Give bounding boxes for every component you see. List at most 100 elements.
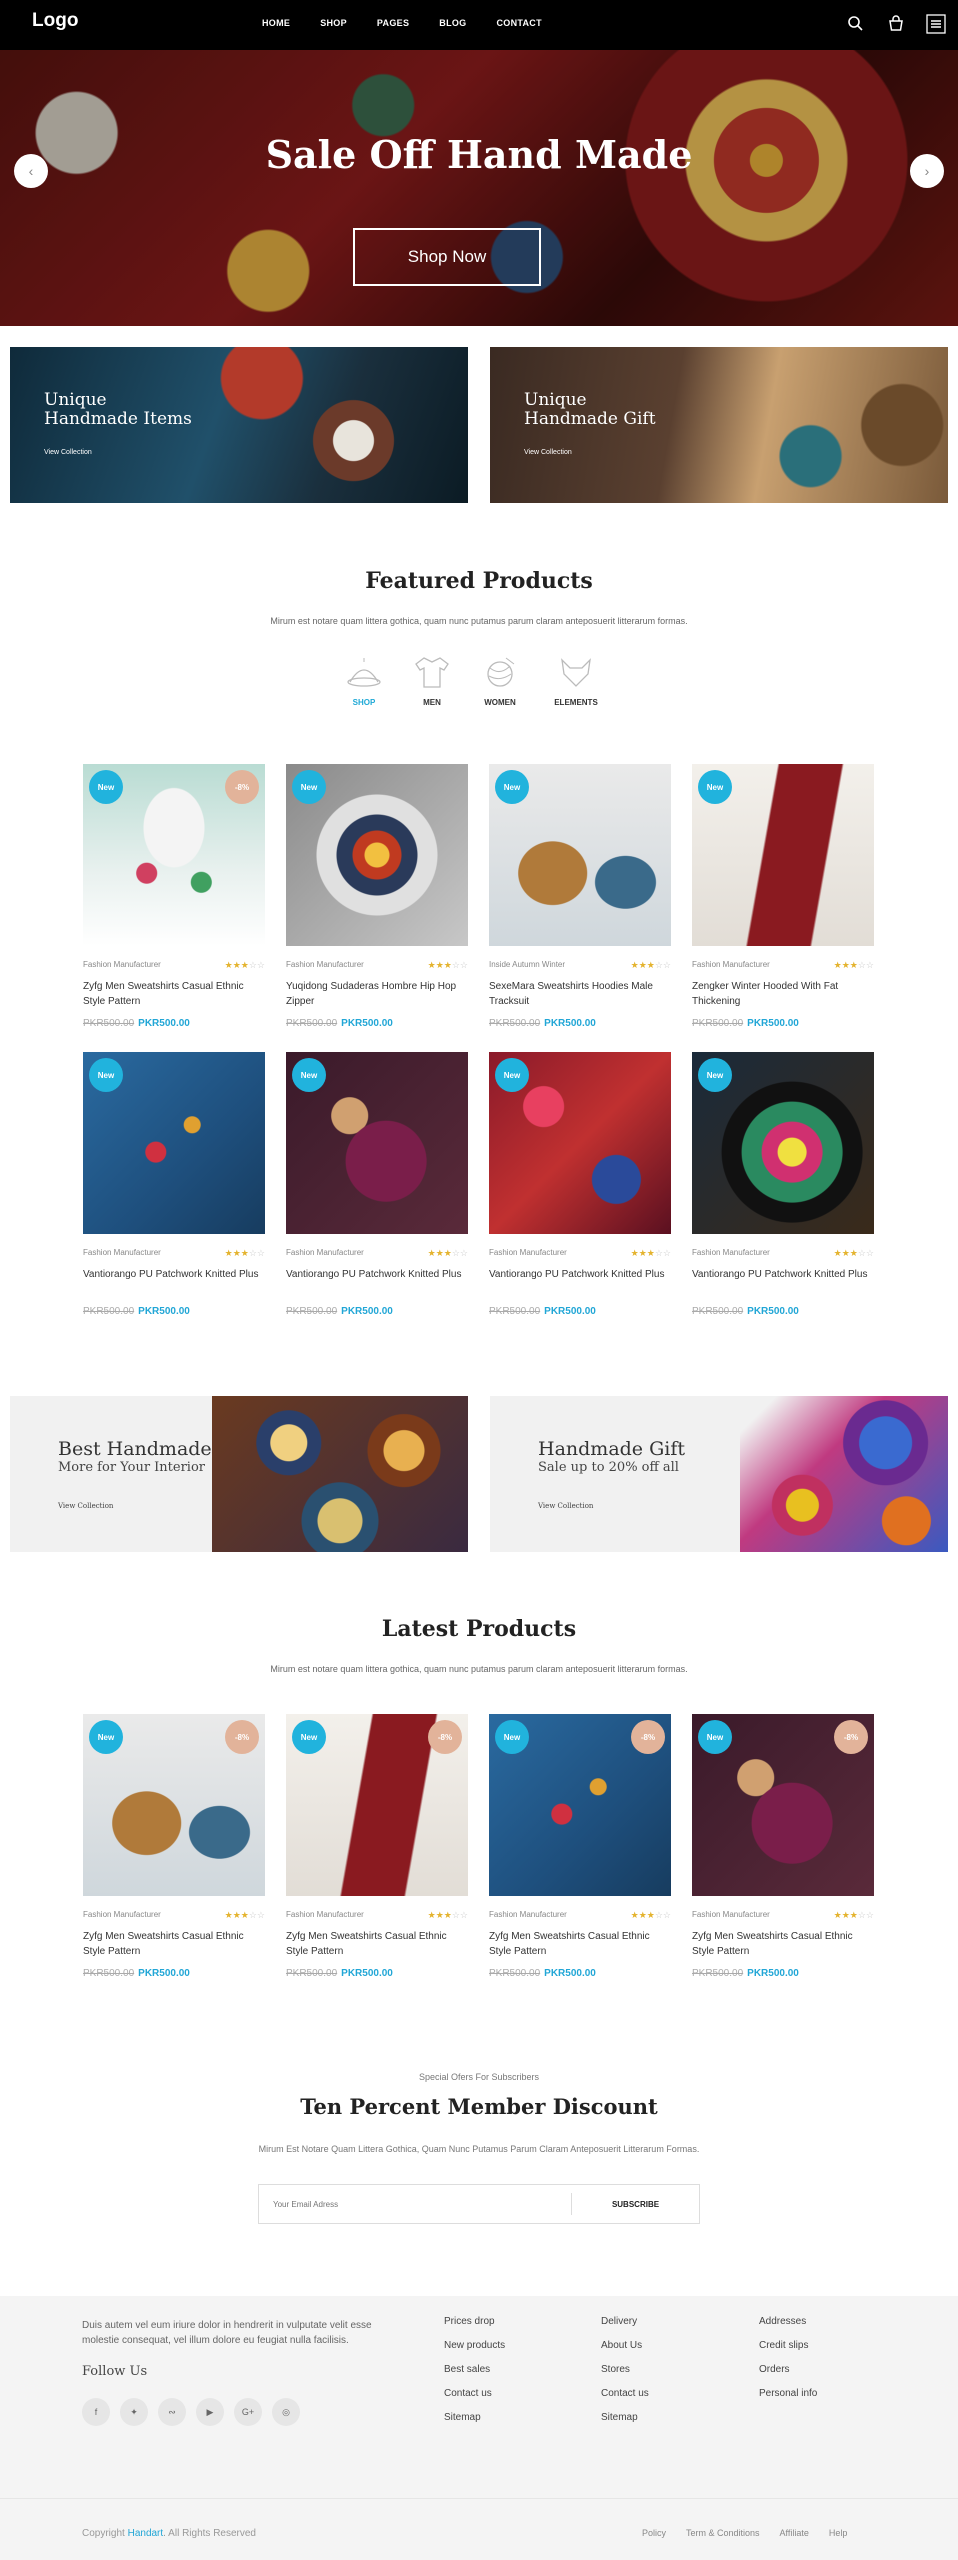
product-image[interactable]: New [286,764,468,946]
menu-icon[interactable] [926,14,946,34]
product-image[interactable]: New [692,1052,874,1234]
product-manufacturer: Fashion Manufacturer [286,1248,364,1257]
nav-shop[interactable]: SHOP [320,18,347,28]
footer-link[interactable]: Addresses [759,2310,817,2334]
rating-stars: ★★★☆☆ [630,1248,671,1258]
google-plus-icon[interactable]: G+ [234,2398,262,2426]
slider-next-arrow-icon[interactable]: › [910,154,944,188]
banner-title: Handmade Gift [538,1438,686,1460]
product-image[interactable]: New [489,764,671,946]
nav-pages[interactable]: PAGES [377,18,409,28]
product-card[interactable]: New Inside Autumn Winter ★★★☆☆ SexeMara Swe… [489,764,671,1029]
product-image[interactable]: New -8% [83,1714,265,1896]
product-image[interactable]: New [286,1052,468,1234]
facebook-icon[interactable]: f [82,2398,110,2426]
view-collection-link[interactable]: View Collection [538,1502,593,1510]
footer-link[interactable]: Delivery [601,2310,649,2334]
product-card[interactable]: New -8% Fashion Manufacturer ★★★☆☆ Zyfg Men … [692,1714,874,1979]
mid-banner-interior[interactable]: Best Handmade More for Your Interior Vie… [10,1396,468,1552]
product-name[interactable]: Zengker Winter Hooded With Fat Thickenin… [692,979,874,1009]
product-card[interactable]: New Fashion Manufacturer ★★★☆☆ Vantiorango … [692,1052,874,1317]
rating-stars: ★★★☆☆ [224,1248,265,1258]
tab-women[interactable]: WOMEN [470,654,530,707]
product-card[interactable]: New -8% Fashion Manufacturer ★★★☆☆ Zyfg Men … [83,764,265,1029]
product-card[interactable]: New Fashion Manufacturer ★★★☆☆ Vantiorango … [489,1052,671,1317]
footer-link[interactable]: Sitemap [444,2406,505,2430]
product-image[interactable]: New -8% [286,1714,468,1896]
product-name[interactable]: Zyfg Men Sweatshirts Casual Ethnic Style… [83,979,265,1009]
product-image[interactable]: New -8% [489,1714,671,1896]
tab-shop[interactable]: SHOP [334,654,394,707]
tab-elements[interactable]: ELEMENTS [546,654,606,707]
shop-now-button[interactable]: Shop Now [353,228,541,286]
product-image[interactable]: New [489,1052,671,1234]
product-manufacturer: Fashion Manufacturer [692,1248,770,1257]
email-input[interactable] [273,2199,573,2209]
product-manufacturer: Fashion Manufacturer [692,1910,770,1919]
product-card[interactable]: New Fashion Manufacturer ★★★☆☆ Yuqidong Sud… [286,764,468,1029]
fox-icon [556,654,596,690]
product-name[interactable]: Vantiorango PU Patchwork Knitted Plus [489,1267,671,1297]
view-collection-link[interactable]: View Collection [58,1502,113,1510]
nav-blog[interactable]: BLOG [439,18,466,28]
help-link[interactable]: Help [829,2528,848,2538]
subscribe-kicker: Special Ofers For Subscribers [418,2072,540,2082]
footer-link[interactable]: Stores [601,2358,649,2382]
search-icon[interactable] [846,14,866,34]
subscribe-button[interactable]: SUBSCRIBE [571,2193,699,2215]
product-name[interactable]: Yuqidong Sudaderas Hombre Hip Hop Zipper [286,979,468,1009]
footer-link[interactable]: Prices drop [444,2310,505,2334]
product-card[interactable]: New Fashion Manufacturer ★★★☆☆ Zengker Wint… [692,764,874,1029]
product-name[interactable]: Vantiorango PU Patchwork Knitted Plus [286,1267,468,1297]
social-links: f ✦ ∾ ▶ G+ ◎ [82,2398,300,2426]
policy-link[interactable]: Policy [642,2528,666,2538]
product-card[interactable]: New Fashion Manufacturer ★★★☆☆ Vantiorango … [286,1052,468,1317]
product-manufacturer: Fashion Manufacturer [489,1910,567,1919]
twitter-icon[interactable]: ✦ [120,2398,148,2426]
product-image[interactable]: New [692,764,874,946]
promo-banner-gift[interactable]: Unique Handmade Gift View Collection [490,347,948,503]
affiliate-link[interactable]: Affiliate [780,2528,809,2538]
logo[interactable]: Logo [32,10,78,32]
footer-link[interactable]: About Us [601,2334,649,2358]
product-card[interactable]: New -8% Fashion Manufacturer ★★★☆☆ Zyfg Men … [83,1714,265,1979]
footer-link[interactable]: New products [444,2334,505,2358]
promo-banner-items[interactable]: Unique Handmade Items View Collection [10,347,468,503]
product-name[interactable]: Zyfg Men Sweatshirts Casual Ethnic Style… [489,1929,671,1959]
banner-subtitle: More for Your Interior [58,1460,205,1475]
product-card[interactable]: New Fashion Manufacturer ★★★☆☆ Vantiorango … [83,1052,265,1317]
slider-prev-arrow-icon[interactable]: ‹ [14,154,48,188]
product-name[interactable]: SexeMara Sweatshirts Hoodies Male Tracks… [489,979,671,1009]
footer-link[interactable]: Contact us [601,2382,649,2406]
youtube-icon[interactable]: ▶ [196,2398,224,2426]
view-collection-link[interactable]: View Collection [44,449,92,456]
product-card[interactable]: New -8% Fashion Manufacturer ★★★☆☆ Zyfg Men … [286,1714,468,1979]
tab-label: WOMEN [484,698,516,707]
product-card[interactable]: New -8% Fashion Manufacturer ★★★☆☆ Zyfg Men … [489,1714,671,1979]
product-image[interactable]: New [83,1052,265,1234]
product-name[interactable]: Zyfg Men Sweatshirts Casual Ethnic Style… [83,1929,265,1959]
instagram-icon[interactable]: ◎ [272,2398,300,2426]
product-name[interactable]: Vantiorango PU Patchwork Knitted Plus [692,1267,874,1297]
nav-home[interactable]: HOME [262,18,290,28]
brand-link[interactable]: Handart [128,2528,164,2539]
footer-link[interactable]: Sitemap [601,2406,649,2430]
product-name[interactable]: Zyfg Men Sweatshirts Casual Ethnic Style… [692,1929,874,1959]
footer-link[interactable]: Orders [759,2358,817,2382]
nav-contact[interactable]: CONTACT [496,18,541,28]
footer-link[interactable]: Credit slips [759,2334,817,2358]
view-collection-link[interactable]: View Collection [524,449,572,456]
footer-link[interactable]: Contact us [444,2382,505,2406]
rss-icon[interactable]: ∾ [158,2398,186,2426]
product-name[interactable]: Zyfg Men Sweatshirts Casual Ethnic Style… [286,1929,468,1959]
product-image[interactable]: New -8% [692,1714,874,1896]
footer-link[interactable]: Best sales [444,2358,505,2382]
mid-banner-gift[interactable]: Handmade Gift Sale up to 20% off all Vie… [490,1396,948,1552]
cart-icon[interactable] [886,14,906,34]
product-name[interactable]: Vantiorango PU Patchwork Knitted Plus [83,1267,265,1297]
old-price: PKR500.00 [489,1306,541,1317]
footer-link[interactable]: Personal info [759,2382,817,2406]
tab-men[interactable]: MEN [402,654,462,707]
terms-link[interactable]: Term & Conditions [686,2528,760,2538]
product-image[interactable]: New -8% [83,764,265,946]
